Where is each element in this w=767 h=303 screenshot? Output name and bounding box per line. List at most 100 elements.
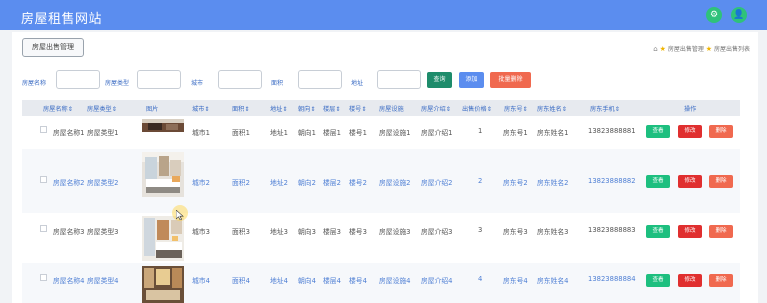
cell-price: 3: [478, 226, 483, 234]
star-icon: ★: [705, 45, 713, 53]
area-input[interactable]: [298, 70, 342, 89]
mouse-cursor-icon: [176, 210, 184, 220]
table-row: 房屋名称1 房屋类型1 城市1 面积1 地址1 朝向1 楼层1 楼号1 房屋设施…: [22, 116, 740, 149]
header-floor[interactable]: 楼层⇕: [323, 104, 341, 113]
header-image: 图片: [146, 106, 159, 113]
view-button[interactable]: 查看: [646, 175, 670, 188]
star-icon: ★: [659, 45, 666, 53]
cell-city: 城市1: [192, 129, 210, 137]
batch-delete-button[interactable]: 批量删除: [490, 72, 531, 88]
settings-icon[interactable]: ⚙: [706, 7, 722, 23]
header-city[interactable]: 城市⇕: [192, 104, 210, 113]
delete-button[interactable]: 删除: [709, 274, 733, 287]
cell-house-name: 房屋名称1: [53, 129, 85, 137]
cell-city: 城市3: [192, 228, 210, 236]
edit-button[interactable]: 修改: [678, 125, 702, 138]
cell-facilities: 房屋设施3: [379, 228, 411, 236]
filter-city-label: 城市: [191, 80, 204, 87]
header-actions: 操作: [684, 106, 697, 113]
home-icon[interactable]: ⌂: [653, 45, 657, 53]
module-title-button[interactable]: 房屋出售管理: [22, 38, 84, 57]
cell-intro: 房屋介绍3: [421, 228, 453, 236]
house-type-input[interactable]: [137, 70, 181, 89]
cell-landlord-name: 房东姓名1: [537, 129, 569, 137]
cell-price: 4: [478, 275, 483, 283]
view-button[interactable]: 查看: [646, 274, 670, 287]
header-price[interactable]: 出售价格⇕: [462, 104, 492, 113]
cell-orientation: 朝向3: [298, 228, 316, 236]
cell-address: 地址1: [270, 129, 288, 137]
site-title: 房屋租售网站: [21, 12, 103, 27]
cell-price: 2: [478, 177, 483, 185]
cell-orientation: 朝向1: [298, 129, 316, 137]
view-button[interactable]: 查看: [646, 125, 670, 138]
breadcrumb-item-1[interactable]: 房屋出售管理: [668, 46, 704, 53]
cell-address: 地址4: [270, 277, 288, 285]
query-button[interactable]: 查询: [427, 72, 452, 88]
header-building[interactable]: 楼号⇕: [349, 104, 367, 113]
cell-address: 地址3: [270, 228, 288, 236]
filter-type-label: 房屋类型: [105, 80, 130, 87]
cell-landlord-phone: 13823888883: [588, 226, 636, 234]
cell-price: 1: [478, 127, 483, 135]
main-content: 房屋出售管理 ⌂ ★ 房屋出售管理 ★ 房屋出售列表 房屋名称 房屋类型 城市 …: [12, 32, 758, 303]
address-input[interactable]: [377, 70, 421, 89]
cell-floor: 楼层4: [323, 277, 341, 285]
header-intro[interactable]: 房屋介绍⇕: [421, 104, 451, 113]
cell-landlord-name: 房东姓名4: [537, 277, 569, 285]
header-house-type[interactable]: 房屋类型⇕: [87, 104, 117, 113]
table-row: 房屋名称3 房屋类型3 城市3 面积3 地址3 朝向3 楼层3 楼号3 房屋设施…: [22, 213, 740, 263]
cell-floor: 楼层2: [323, 179, 341, 187]
cell-facilities: 房屋设施2: [379, 179, 411, 187]
edit-button[interactable]: 修改: [678, 274, 702, 287]
delete-button[interactable]: 删除: [709, 125, 733, 138]
cell-city: 城市4: [192, 277, 210, 285]
cell-house-type: 房屋类型3: [87, 228, 119, 236]
cell-landlord-name: 房东姓名3: [537, 228, 569, 236]
top-header-bar: 房屋租售网站 ⚙ 👤: [0, 0, 767, 30]
header-landlord-no[interactable]: 房东号⇕: [504, 104, 528, 113]
cell-house-name: 房屋名称3: [53, 228, 85, 236]
cell-landlord-phone: 13823888881: [588, 127, 636, 135]
cell-landlord-phone: 13823888884: [588, 275, 636, 283]
cell-landlord-no: 房东号1: [503, 129, 528, 137]
table-row: 房屋名称2 房屋类型2 城市2 面积2 地址2 朝向2 楼层2 楼号2 房屋设施…: [22, 149, 740, 213]
cell-area: 面积1: [232, 129, 250, 137]
row-checkbox[interactable]: [40, 225, 47, 232]
header-house-name[interactable]: 房屋名称⇕: [43, 104, 73, 113]
user-icon[interactable]: 👤: [731, 7, 747, 23]
cell-floor: 楼层1: [323, 129, 341, 137]
house-thumbnail: [142, 266, 184, 303]
header-facilities: 房屋设施: [379, 106, 404, 113]
row-checkbox[interactable]: [40, 176, 47, 183]
delete-button[interactable]: 删除: [709, 225, 733, 238]
delete-button[interactable]: 删除: [709, 175, 733, 188]
cell-house-name: 房屋名称4: [53, 277, 85, 285]
cell-house-name: 房屋名称2: [53, 179, 85, 187]
view-button[interactable]: 查看: [646, 225, 670, 238]
header-orientation[interactable]: 朝向⇕: [298, 104, 316, 113]
cell-orientation: 朝向2: [298, 179, 316, 187]
breadcrumb-item-2: 房屋出售列表: [713, 46, 750, 53]
house-name-input[interactable]: [56, 70, 100, 89]
header-area[interactable]: 面积⇕: [232, 104, 250, 113]
cell-floor: 楼层3: [323, 228, 341, 236]
filter-address-label: 地址: [351, 80, 364, 87]
header-landlord-phone[interactable]: 房东手机⇕: [590, 104, 620, 113]
cell-area: 面积4: [232, 277, 250, 285]
row-checkbox[interactable]: [40, 274, 47, 281]
edit-button[interactable]: 修改: [678, 175, 702, 188]
cell-house-type: 房屋类型2: [87, 179, 119, 187]
house-thumbnail: [142, 216, 184, 261]
cell-intro: 房屋介绍2: [421, 179, 453, 187]
row-checkbox[interactable]: [40, 126, 47, 133]
edit-button[interactable]: 修改: [678, 225, 702, 238]
cell-area: 面积2: [232, 179, 250, 187]
breadcrumb: ⌂ ★ 房屋出售管理 ★ 房屋出售列表: [653, 44, 750, 53]
cell-intro: 房屋介绍4: [421, 277, 453, 285]
city-input[interactable]: [218, 70, 262, 89]
add-button[interactable]: 添加: [459, 72, 484, 88]
header-address[interactable]: 地址⇕: [270, 104, 288, 113]
table-row: 房屋名称4 房屋类型4 城市4 面积4 地址4 朝向4 楼层4 楼号4 房屋设施…: [22, 263, 740, 303]
header-landlord-name[interactable]: 房东姓名⇕: [537, 104, 567, 113]
